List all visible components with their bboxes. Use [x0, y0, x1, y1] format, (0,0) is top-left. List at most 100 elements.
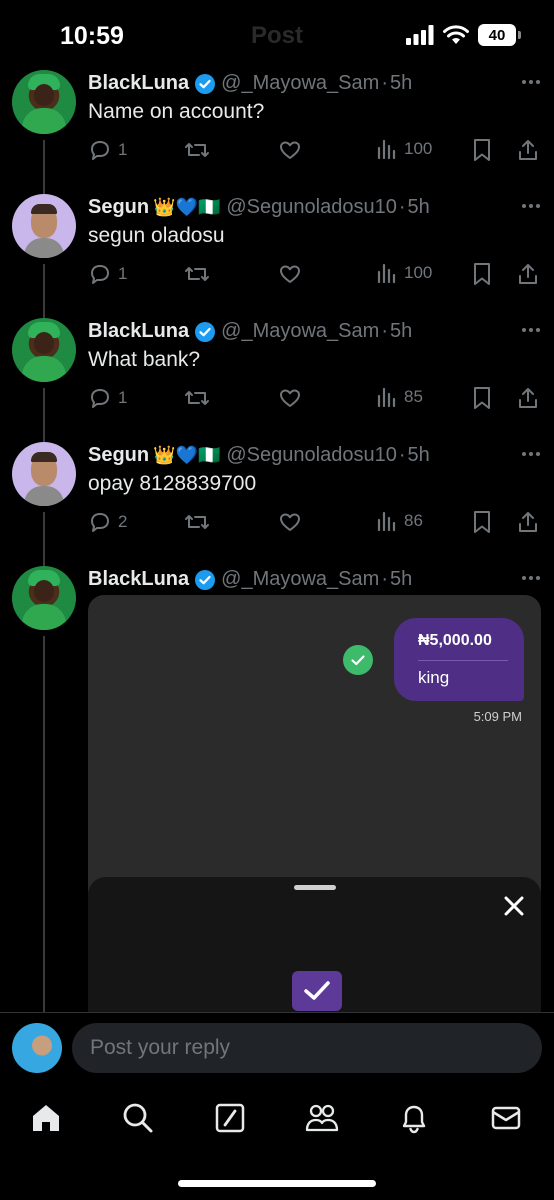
tweet-actions: 2 86	[88, 510, 542, 540]
bookmark-button[interactable]	[472, 262, 492, 286]
nav-home[interactable]	[28, 1100, 64, 1136]
views-icon	[377, 139, 396, 160]
repost-button[interactable]	[184, 510, 210, 534]
display-name[interactable]: BlackLuna	[88, 320, 189, 343]
tweet-actions: 1 100	[88, 262, 542, 292]
timestamp[interactable]: 5h	[408, 196, 430, 219]
communities-icon	[305, 1104, 339, 1132]
nav-notifications[interactable]	[396, 1100, 432, 1136]
bookmark-button[interactable]	[472, 386, 492, 410]
more-options-icon[interactable]	[522, 204, 540, 208]
separator: ·	[381, 72, 388, 94]
views-icon	[377, 387, 396, 408]
thread-line	[43, 512, 45, 566]
timestamp[interactable]: 5h	[390, 72, 412, 95]
display-name[interactable]: BlackLuna	[88, 72, 189, 95]
share-button[interactable]	[516, 386, 540, 410]
share-button[interactable]	[516, 510, 540, 534]
verified-badge-icon	[195, 569, 216, 590]
tweet[interactable]: Segun 👑💙🇳🇬 @Segunoladosu10 · 5h segun ol…	[0, 194, 554, 318]
media-screenshot[interactable]: ₦5,000.00 king 5:09 PM	[88, 595, 541, 1025]
timestamp[interactable]: 5h	[408, 444, 430, 467]
bookmark-button[interactable]	[472, 510, 492, 534]
reply-button[interactable]: 1	[88, 386, 127, 410]
tweet-header: Segun 👑💙🇳🇬 @Segunoladosu10 · 5h	[88, 444, 430, 467]
share-icon	[519, 512, 537, 532]
more-options-icon[interactable]	[522, 80, 540, 84]
tweet-header: BlackLuna @_Mayowa_Sam · 5h	[88, 72, 412, 95]
handle[interactable]: @Segunoladosu10	[226, 444, 396, 467]
tweet-text: Name on account?	[88, 100, 265, 123]
views-icon	[377, 263, 396, 284]
avatar[interactable]	[12, 318, 76, 382]
more-options-icon[interactable]	[522, 328, 540, 332]
display-name[interactable]: Segun	[88, 196, 149, 219]
timestamp[interactable]: 5h	[390, 320, 412, 343]
nav-messages[interactable]	[488, 1100, 524, 1136]
views-button[interactable]: 100	[376, 262, 432, 284]
view-count: 100	[404, 263, 433, 282]
share-button[interactable]	[516, 262, 540, 286]
signal-icon	[406, 25, 434, 45]
reply-input[interactable]	[72, 1023, 542, 1073]
tweet[interactable]: BlackLuna @_Mayowa_Sam · 5h Name on acco…	[0, 70, 554, 194]
repost-button[interactable]	[184, 386, 210, 410]
verified-badge-icon	[195, 73, 216, 94]
separator: ·	[398, 196, 406, 218]
reply-count: 2	[118, 512, 128, 531]
display-name[interactable]: BlackLuna	[88, 568, 189, 591]
avatar[interactable]	[12, 566, 76, 630]
like-button[interactable]	[278, 262, 302, 286]
reply-button[interactable]: 2	[88, 510, 127, 534]
handle[interactable]: @_Mayowa_Sam	[221, 320, 379, 343]
more-options-icon[interactable]	[522, 576, 540, 580]
nav-search[interactable]	[120, 1100, 156, 1136]
tweet-actions: 1 100	[88, 138, 542, 168]
tweet-text: What bank?	[88, 348, 201, 371]
reply-icon	[91, 389, 109, 408]
repost-button[interactable]	[184, 262, 210, 286]
display-name[interactable]: Segun	[88, 444, 149, 467]
share-button[interactable]	[516, 138, 540, 162]
payment-bubble: ₦5,000.00 king	[394, 618, 524, 701]
home-indicator[interactable]	[178, 1180, 376, 1187]
share-icon	[519, 388, 537, 408]
bookmark-button[interactable]	[472, 138, 492, 162]
avatar[interactable]	[12, 70, 76, 134]
heart-icon	[280, 389, 300, 407]
wifi-icon	[443, 25, 469, 44]
reply-button[interactable]: 1	[88, 262, 127, 286]
views-button[interactable]: 100	[376, 138, 432, 160]
reply-button[interactable]: 1	[88, 138, 127, 162]
view-count: 85	[404, 387, 423, 406]
avatar[interactable]	[12, 194, 76, 258]
handle[interactable]: @Segunoladosu10	[226, 196, 396, 219]
bookmark-icon	[474, 387, 490, 409]
timestamp[interactable]: 5h	[390, 568, 412, 591]
nav-communities[interactable]	[304, 1100, 340, 1136]
tweet-header: BlackLuna @_Mayowa_Sam · 5h	[88, 568, 412, 591]
thread-line	[43, 264, 45, 318]
like-button[interactable]	[278, 510, 302, 534]
bookmark-icon	[474, 139, 490, 161]
repost-icon	[185, 391, 209, 405]
like-button[interactable]	[278, 386, 302, 410]
more-options-icon[interactable]	[522, 452, 540, 456]
repost-icon	[185, 267, 209, 281]
status-icons: 40	[406, 24, 521, 46]
like-button[interactable]	[278, 138, 302, 162]
tweet[interactable]: BlackLuna @_Mayowa_Sam · 5h What bank? 1…	[0, 318, 554, 442]
tweet[interactable]: Segun 👑💙🇳🇬 @Segunoladosu10 · 5h opay 812…	[0, 442, 554, 566]
name-emojis: 👑💙🇳🇬	[153, 445, 221, 465]
avatar[interactable]	[12, 442, 76, 506]
views-button[interactable]: 85	[376, 386, 423, 408]
my-avatar[interactable]	[12, 1023, 62, 1073]
nav-grok[interactable]	[212, 1100, 248, 1136]
reply-icon	[91, 141, 109, 160]
handle[interactable]: @_Mayowa_Sam	[221, 72, 379, 95]
handle[interactable]: @_Mayowa_Sam	[221, 568, 379, 591]
tweet-actions: 1 85	[88, 386, 542, 416]
message-time: 5:09 PM	[473, 709, 522, 724]
views-button[interactable]: 86	[376, 510, 423, 532]
repost-button[interactable]	[184, 138, 210, 162]
